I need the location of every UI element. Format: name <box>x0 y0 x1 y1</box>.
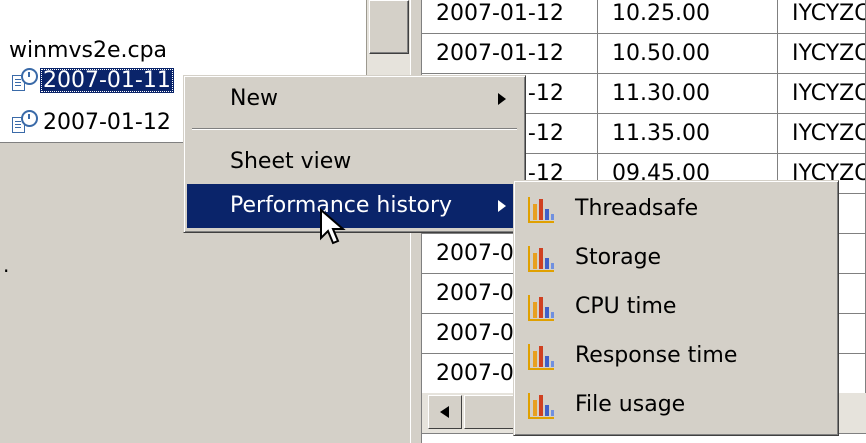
date-cell: 2007-01-12 <box>422 0 598 34</box>
table-row[interactable]: 2007-01-12 10.50.00 IYCYZC <box>422 34 866 74</box>
tree-file-node[interactable]: winmvs2e.cpa <box>6 34 170 66</box>
time-cell: 10.25.00 <box>598 0 778 34</box>
submenu-item-cpu-time[interactable]: CPU time <box>518 285 832 329</box>
submenu-item-label: Response time <box>575 343 738 368</box>
submenu-arrow-icon <box>498 200 506 212</box>
bar-chart-icon <box>528 295 554 321</box>
submenu-item-storage[interactable]: Storage <box>518 236 832 280</box>
table-row[interactable]: 2007-01-12 10.25.00 IYCYZC <box>422 0 866 34</box>
submenu-item-file-usage[interactable]: File usage <box>518 383 832 427</box>
menu-separator <box>192 128 517 130</box>
menu-item-new[interactable]: New <box>187 77 522 121</box>
id-cell: IYCYZC <box>778 114 866 154</box>
application-window: winmvs2e.cpa 2007-01-11 2007-01-12 . 200… <box>0 0 866 443</box>
bar-chart-icon <box>528 197 554 223</box>
scrollbar-thumb[interactable] <box>369 0 409 54</box>
submenu-item-label: Threadsafe <box>575 196 699 221</box>
menu-item-label: New <box>230 86 278 111</box>
id-cell: IYCYZC <box>778 0 866 34</box>
scroll-left-button[interactable] <box>428 395 462 429</box>
menu-item-label: Sheet view <box>230 149 352 174</box>
tree-item-label: 2007-01-11 <box>40 67 174 93</box>
scrollbar-thumb[interactable] <box>464 395 514 429</box>
bar-chart-icon <box>528 393 554 419</box>
panel-dot: . <box>3 253 10 277</box>
tree-item[interactable]: 2007-01-12 <box>10 106 174 138</box>
time-cell: 11.30.00 <box>598 74 778 114</box>
tree-file-label: winmvs2e.cpa <box>9 37 168 63</box>
menu-item-performance-history[interactable]: Performance history <box>187 184 522 228</box>
tree-item-label: 2007-01-12 <box>43 109 171 135</box>
bar-chart-icon <box>528 344 554 370</box>
submenu-item-label: File usage <box>575 392 686 417</box>
submenu-item-label: CPU time <box>575 294 677 319</box>
performance-history-submenu: Threadsafe Storage CPU time Response time Fi… <box>513 180 839 436</box>
id-cell: IYCYZC <box>778 74 866 114</box>
submenu-item-response-time[interactable]: Response time <box>518 334 832 378</box>
date-cell: 2007-01-12 <box>422 34 598 74</box>
mouse-pointer-icon <box>320 208 346 245</box>
time-cell: 11.35.00 <box>598 114 778 154</box>
menu-item-sheet-view[interactable]: Sheet view <box>187 140 522 184</box>
context-menu: New Sheet view Performance history <box>183 75 526 233</box>
history-file-icon <box>10 109 38 135</box>
submenu-item-threadsafe[interactable]: Threadsafe <box>518 187 832 231</box>
history-file-icon <box>10 67 38 93</box>
submenu-arrow-icon <box>498 93 506 105</box>
bar-chart-icon <box>528 246 554 272</box>
tree-item-selected[interactable]: 2007-01-11 <box>10 64 174 96</box>
submenu-item-label: Storage <box>575 245 662 270</box>
time-cell: 10.50.00 <box>598 34 778 74</box>
id-cell: IYCYZC <box>778 34 866 74</box>
